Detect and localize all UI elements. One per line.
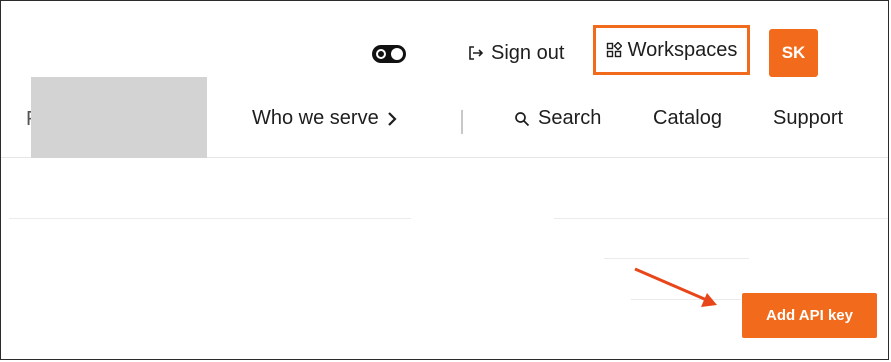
workspaces-button[interactable]: Workspaces [593, 25, 750, 75]
chevron-right-icon [387, 111, 397, 127]
sign-out-icon [468, 45, 484, 61]
nav-item-search[interactable]: Search [514, 107, 601, 130]
search-icon [514, 111, 530, 127]
sign-out-link[interactable]: Sign out [468, 39, 564, 67]
support-label: Support [773, 107, 844, 129]
theme-toggle-icon[interactable] [372, 45, 406, 63]
screenshot-frame: Sign out Workspaces SK F Who we serve [0, 0, 889, 360]
nav-item-who-we-serve[interactable]: Who we serve [252, 107, 397, 130]
workspaces-label: Workspaces [627, 38, 738, 61]
nav-item-catalog[interactable]: Catalog [653, 107, 722, 130]
divider-line [554, 218, 888, 219]
add-api-key-button[interactable]: Add API key [742, 293, 877, 338]
who-we-serve-label: Who we serve [252, 107, 379, 129]
sign-out-label: Sign out [491, 41, 565, 64]
nav-item-support[interactable]: Support [773, 107, 843, 130]
nav-divider [461, 110, 463, 134]
catalog-label: Catalog [653, 107, 722, 129]
divider-line [604, 258, 749, 259]
search-label: Search [538, 107, 602, 129]
redacted-logo [31, 77, 207, 158]
user-avatar[interactable]: SK [769, 29, 818, 77]
divider-line [9, 218, 411, 219]
annotation-arrow-icon [634, 267, 717, 307]
grid-icon [606, 42, 622, 58]
